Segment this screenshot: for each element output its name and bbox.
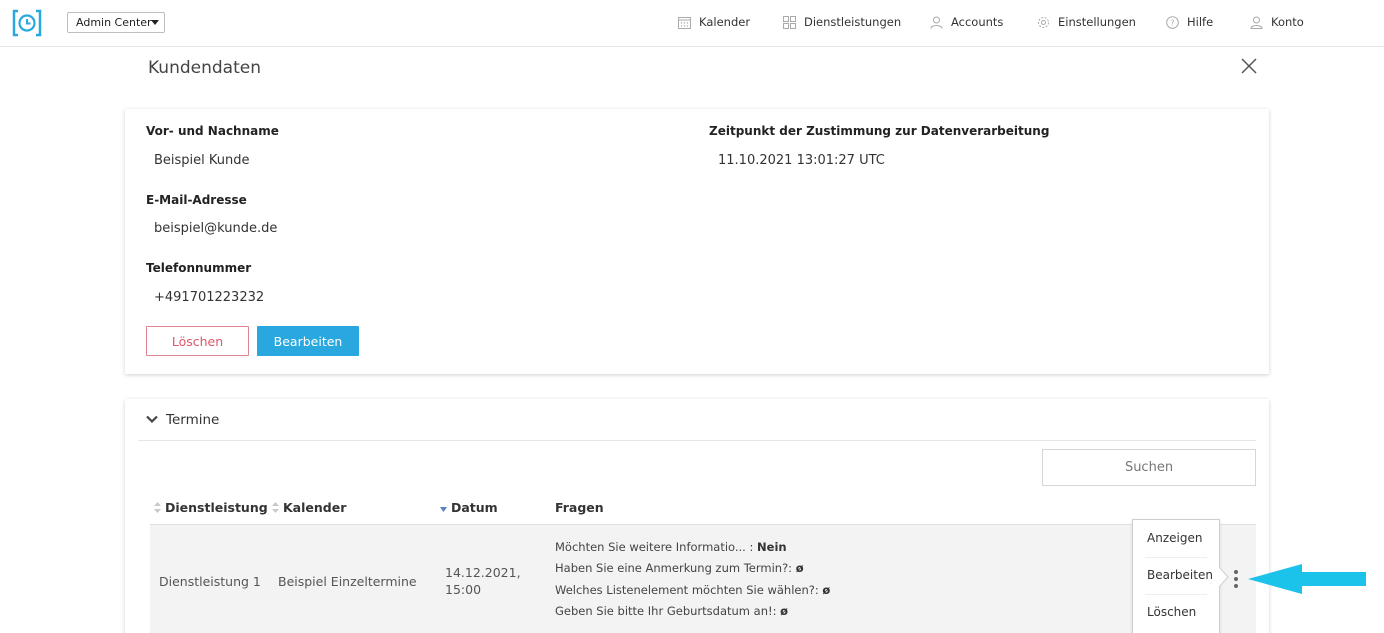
column-header-label: Fragen bbox=[555, 500, 604, 515]
name-value: Beispiel Kunde bbox=[154, 153, 250, 168]
nav-hilfe-label: Hilfe bbox=[1187, 15, 1214, 29]
edit-customer-button[interactable]: Bearbeiten bbox=[257, 326, 359, 356]
question-text: Geben Sie bitte Ihr Geburtsdatum an!: bbox=[555, 604, 777, 618]
appointments-title: Termine bbox=[166, 411, 220, 428]
column-header-label: Kalender bbox=[283, 500, 347, 515]
row-calendar: Beispiel Einzeltermine bbox=[278, 574, 417, 589]
phone-value: +491701223232 bbox=[154, 290, 265, 305]
question-line: Haben Sie eine Anmerkung zum Termin?: ø bbox=[555, 561, 804, 575]
consent-value: 11.10.2021 13:01:27 UTC bbox=[718, 153, 885, 168]
close-icon[interactable] bbox=[1239, 56, 1259, 76]
grid-icon bbox=[783, 15, 796, 29]
column-header-dienstleistung[interactable]: Dienstleistung bbox=[154, 500, 268, 515]
question-line: Geben Sie bitte Ihr Geburtsdatum an!: ø bbox=[555, 604, 788, 618]
menu-divider bbox=[1145, 557, 1207, 558]
svg-text:?: ? bbox=[1170, 18, 1174, 27]
question-answer: ø bbox=[795, 561, 804, 575]
row-date-line2: 15:00 bbox=[445, 582, 482, 597]
column-header-fragen: Fragen bbox=[555, 500, 604, 515]
nav-accounts[interactable]: Accounts bbox=[930, 15, 1003, 29]
consent-label: Zeitpunkt der Zustimmung zur Datenverarb… bbox=[709, 124, 1050, 138]
email-label: E-Mail-Adresse bbox=[146, 193, 247, 207]
clock-logo-icon[interactable] bbox=[12, 9, 42, 37]
delete-customer-button[interactable]: Löschen bbox=[146, 326, 249, 356]
question-answer: Nein bbox=[757, 540, 787, 554]
appointments-search-input[interactable]: Suchen bbox=[1042, 449, 1256, 486]
column-header-kalender[interactable]: Kalender bbox=[272, 500, 346, 515]
app-switcher-select[interactable]: Admin Center bbox=[67, 12, 165, 33]
help-icon: ? bbox=[1166, 15, 1179, 29]
question-text: Haben Sie eine Anmerkung zum Termin?: bbox=[555, 561, 793, 575]
nav-einstellungen[interactable]: Einstellungen bbox=[1037, 15, 1136, 29]
column-header-datum[interactable]: Datum bbox=[440, 500, 498, 515]
nav-konto-label: Konto bbox=[1271, 15, 1304, 29]
page-title: Kundendaten bbox=[148, 58, 261, 78]
question-line: Möchten Sie weitere Informatio... : Nein bbox=[555, 540, 787, 554]
column-header-label: Datum bbox=[451, 500, 498, 515]
appointments-card: Termine Suchen Dienstleistung Kalender D… bbox=[125, 399, 1269, 633]
search-placeholder: Suchen bbox=[1124, 460, 1174, 475]
row-action-menu: Anzeigen Bearbeiten Löschen bbox=[1132, 519, 1220, 633]
name-label: Vor- und Nachname bbox=[146, 124, 279, 138]
top-navigation: Admin Center Kalender Dienstleistungen A… bbox=[0, 0, 1384, 47]
question-line: Welches Listenelement möchten Sie wählen… bbox=[555, 583, 830, 597]
row-service: Dienstleistung 1 bbox=[159, 574, 261, 589]
appointments-section-header[interactable]: Termine bbox=[138, 399, 1256, 441]
question-answer: ø bbox=[822, 583, 831, 597]
nav-hilfe[interactable]: ? Hilfe bbox=[1166, 15, 1213, 29]
sort-icon bbox=[272, 502, 279, 513]
question-answer: ø bbox=[780, 604, 789, 618]
chevron-down-icon bbox=[146, 415, 158, 424]
table-row[interactable]: Dienstleistung 1 Beispiel Einzeltermine … bbox=[150, 525, 1256, 633]
row-date-line1: 14.12.2021, bbox=[445, 565, 521, 580]
nav-dienstleistungen-label: Dienstleistungen bbox=[804, 15, 902, 29]
question-text: Welches Listenelement möchten Sie wählen… bbox=[555, 583, 819, 597]
calendar-icon bbox=[678, 16, 691, 29]
question-text: Möchten Sie weitere Informatio... : bbox=[555, 540, 754, 554]
chevron-down-icon bbox=[151, 20, 159, 25]
nav-dienstleistungen[interactable]: Dienstleistungen bbox=[783, 15, 901, 29]
email-value: beispiel@kunde.de bbox=[154, 221, 278, 236]
nav-accounts-label: Accounts bbox=[951, 15, 1004, 29]
pointer-arrow-icon bbox=[1248, 564, 1366, 594]
menu-item-loeschen[interactable]: Löschen bbox=[1147, 605, 1196, 619]
sort-icon bbox=[154, 502, 161, 513]
app-switcher-label: Admin Center bbox=[76, 16, 152, 29]
column-header-label: Dienstleistung bbox=[165, 500, 268, 515]
menu-item-anzeigen[interactable]: Anzeigen bbox=[1147, 531, 1202, 545]
menu-pointer-caret bbox=[1219, 567, 1229, 587]
phone-label: Telefonnummer bbox=[146, 261, 252, 275]
menu-divider bbox=[1145, 594, 1207, 595]
sort-descending-icon bbox=[440, 507, 447, 512]
customer-details-card: Vor- und Nachname Beispiel Kunde E-Mail-… bbox=[125, 109, 1269, 374]
accounts-icon bbox=[930, 16, 943, 29]
nav-einstellungen-label: Einstellungen bbox=[1058, 15, 1136, 29]
nav-kalender-label: Kalender bbox=[699, 15, 751, 29]
menu-item-bearbeiten[interactable]: Bearbeiten bbox=[1147, 568, 1213, 582]
nav-konto[interactable]: Konto bbox=[1250, 15, 1304, 29]
gear-icon bbox=[1038, 16, 1049, 28]
nav-kalender[interactable]: Kalender bbox=[678, 15, 750, 29]
user-icon bbox=[1250, 16, 1263, 29]
